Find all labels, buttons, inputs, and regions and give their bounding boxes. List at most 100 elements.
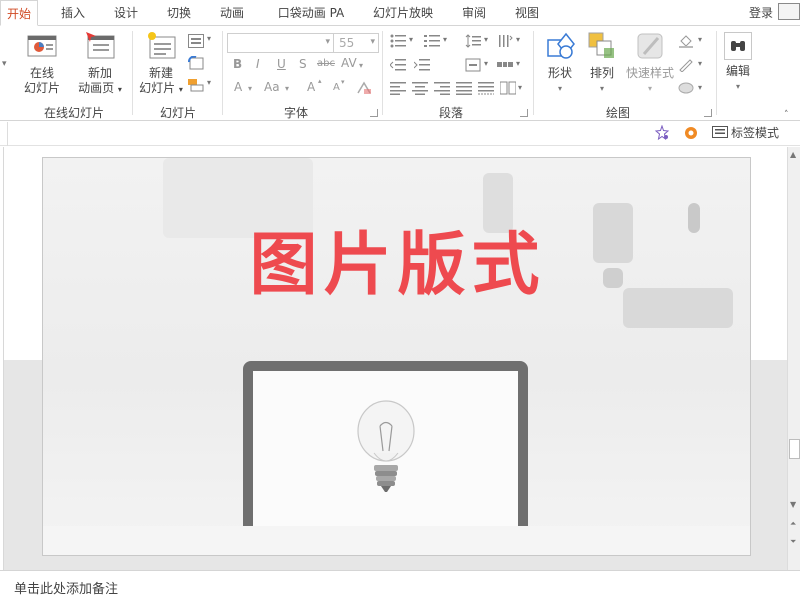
bg-object-shelf bbox=[483, 173, 513, 233]
char-spacing-dropdown-icon[interactable]: ▾ bbox=[359, 61, 363, 70]
shadow-button[interactable]: S bbox=[299, 57, 307, 71]
text-direction-icon[interactable] bbox=[497, 34, 513, 48]
thumbnail-pane-edge[interactable] bbox=[0, 147, 4, 570]
tab-insert[interactable]: 插入 bbox=[54, 0, 92, 25]
font-color-a-button[interactable]: A bbox=[234, 80, 242, 94]
columns-icon[interactable] bbox=[499, 81, 517, 95]
line-spacing-icon[interactable] bbox=[465, 34, 481, 48]
line-spacing-dropdown-icon[interactable]: ▾ bbox=[484, 35, 488, 44]
columns-dropdown-icon[interactable]: ▾ bbox=[518, 83, 522, 92]
paragraph-dialog-launcher-icon[interactable] bbox=[520, 109, 528, 117]
smartart-icon[interactable] bbox=[497, 58, 513, 72]
shape-effects-icon[interactable] bbox=[678, 81, 694, 95]
new-slide-dropdown-icon[interactable]: ▾ bbox=[179, 85, 183, 94]
shapes-icon bbox=[544, 30, 576, 62]
strikethrough-button[interactable]: abc bbox=[317, 58, 335, 69]
editing-button[interactable]: 编辑 ▾ bbox=[720, 30, 756, 94]
text-direction-dropdown-icon[interactable]: ▾ bbox=[516, 35, 520, 44]
new-slide-button[interactable]: 新建 幻灯片 ▾ bbox=[136, 30, 186, 97]
font-dialog-launcher-icon[interactable] bbox=[370, 109, 378, 117]
scroll-up-icon[interactable]: ▲ bbox=[790, 150, 796, 160]
tab-design[interactable]: 设计 bbox=[107, 0, 145, 25]
align-text-icon[interactable] bbox=[465, 58, 481, 72]
increase-indent-icon[interactable] bbox=[413, 58, 430, 72]
settings-gear-icon[interactable] bbox=[683, 125, 699, 145]
shape-effects-dropdown-icon[interactable]: ▾ bbox=[698, 83, 702, 92]
reset-icon[interactable] bbox=[188, 55, 204, 70]
tab-slideshow[interactable]: 幻灯片放映 bbox=[365, 0, 441, 25]
bullets-icon[interactable] bbox=[390, 34, 406, 48]
tab-transitions[interactable]: 切换 bbox=[160, 0, 198, 25]
section-icon[interactable] bbox=[188, 78, 204, 92]
font-family-dropdown-icon[interactable]: ▾ bbox=[325, 37, 330, 47]
vertical-scrollbar[interactable]: ▲ ▼ ⏶ ⏷ bbox=[787, 147, 800, 570]
tag-mode-button[interactable]: 标签模式 bbox=[731, 125, 779, 141]
tag-mode-icon[interactable] bbox=[712, 125, 728, 143]
next-slide-icon[interactable]: ⏷ bbox=[790, 537, 796, 547]
underline-button[interactable]: U bbox=[277, 57, 286, 71]
editing-dropdown-icon[interactable]: ▾ bbox=[720, 79, 756, 94]
shape-outline-dropdown-icon[interactable]: ▾ bbox=[698, 59, 702, 68]
shape-outline-icon[interactable] bbox=[678, 58, 694, 73]
align-left-icon[interactable] bbox=[390, 81, 406, 95]
new-anim-dropdown-icon[interactable]: ▾ bbox=[118, 85, 122, 94]
tab-pocket-animation[interactable]: 口袋动画 PA bbox=[272, 0, 350, 25]
bold-button[interactable]: B bbox=[233, 57, 242, 71]
account-icon[interactable] bbox=[778, 3, 800, 20]
layout-dropdown-icon[interactable]: ▾ bbox=[207, 34, 211, 43]
online-slides-button[interactable]: 在线 幻灯片 bbox=[20, 30, 64, 96]
change-case-button[interactable]: Aa bbox=[264, 80, 280, 94]
notes-placeholder[interactable]: 单击此处添加备注 bbox=[14, 578, 118, 597]
shapes-button[interactable]: 形状 ▾ bbox=[540, 30, 580, 96]
scroll-down-icon[interactable]: ▼ bbox=[790, 500, 796, 510]
font-family-combo[interactable]: ▾ bbox=[227, 33, 334, 53]
collapse-ribbon-icon[interactable]: ˄ bbox=[784, 110, 789, 120]
login-link[interactable]: 登录 bbox=[749, 0, 773, 27]
layout-icon[interactable] bbox=[188, 34, 204, 48]
italic-button[interactable]: I bbox=[256, 57, 260, 71]
scrollbar-thumb[interactable] bbox=[789, 439, 800, 459]
align-center-icon[interactable] bbox=[412, 81, 428, 95]
font-size-combo[interactable]: 55 ▾ bbox=[333, 33, 379, 53]
distributed-icon[interactable] bbox=[478, 81, 494, 95]
shape-fill-dropdown-icon[interactable]: ▾ bbox=[698, 35, 702, 44]
font-color-dropdown-icon[interactable]: ▾ bbox=[248, 84, 252, 93]
magic-wand-icon[interactable] bbox=[654, 124, 670, 145]
change-case-dropdown-icon[interactable]: ▾ bbox=[285, 84, 289, 93]
tab-animations[interactable]: 动画 bbox=[213, 0, 251, 25]
numbering-icon[interactable] bbox=[424, 34, 440, 48]
quick-styles-button[interactable]: 快速样式 ▾ bbox=[623, 30, 677, 96]
char-spacing-button[interactable]: AV bbox=[341, 56, 357, 70]
clear-formatting-icon[interactable] bbox=[356, 81, 372, 95]
align-text-dropdown-icon[interactable]: ▾ bbox=[484, 59, 488, 68]
slide-title[interactable]: 图片版式 bbox=[43, 226, 750, 306]
ribbon: ▾ 在线 幻灯片 新加 动画页 ▾ 在线幻灯片 新建 幻灯片 ▾ ▾ ▾ 幻灯片… bbox=[0, 25, 800, 121]
shape-fill-icon[interactable] bbox=[678, 34, 694, 48]
smartart-dropdown-icon[interactable]: ▾ bbox=[516, 59, 520, 68]
new-anim-label-2: 动画页 bbox=[78, 81, 115, 95]
font-size-dropdown-icon[interactable]: ▾ bbox=[370, 37, 375, 47]
shapes-dropdown-icon[interactable]: ▾ bbox=[540, 81, 580, 96]
numbering-dropdown-icon[interactable]: ▾ bbox=[443, 35, 447, 44]
tab-review[interactable]: 审阅 bbox=[455, 0, 493, 25]
arrange-dropdown-icon[interactable]: ▾ bbox=[583, 81, 621, 96]
shrink-font-button[interactable]: A bbox=[333, 82, 340, 93]
tab-home[interactable]: 开始 bbox=[0, 0, 38, 26]
arrange-button[interactable]: 排列 ▾ bbox=[583, 30, 621, 96]
slide-canvas[interactable]: 图片版式 bbox=[42, 157, 751, 556]
editing-label: 编辑 bbox=[725, 64, 750, 78]
grow-font-button[interactable]: A bbox=[307, 80, 315, 94]
bullets-dropdown-icon[interactable]: ▾ bbox=[409, 35, 413, 44]
section-dropdown-icon[interactable]: ▾ bbox=[207, 78, 211, 87]
decrease-indent-icon[interactable] bbox=[389, 58, 406, 72]
ribbon-scroll-left-icon[interactable]: ▾ bbox=[2, 59, 7, 69]
prev-slide-icon[interactable]: ⏶ bbox=[790, 519, 796, 529]
justify-icon[interactable] bbox=[456, 81, 472, 95]
tab-view[interactable]: 视图 bbox=[508, 0, 546, 25]
quick-styles-dropdown-icon[interactable]: ▾ bbox=[623, 81, 677, 96]
drawing-dialog-launcher-icon[interactable] bbox=[704, 109, 712, 117]
new-animation-page-button[interactable]: 新加 动画页 ▾ bbox=[72, 30, 128, 97]
notes-pane[interactable]: 单击此处添加备注 bbox=[0, 570, 800, 600]
align-right-icon[interactable] bbox=[434, 81, 450, 95]
quick-styles-icon bbox=[634, 30, 666, 62]
